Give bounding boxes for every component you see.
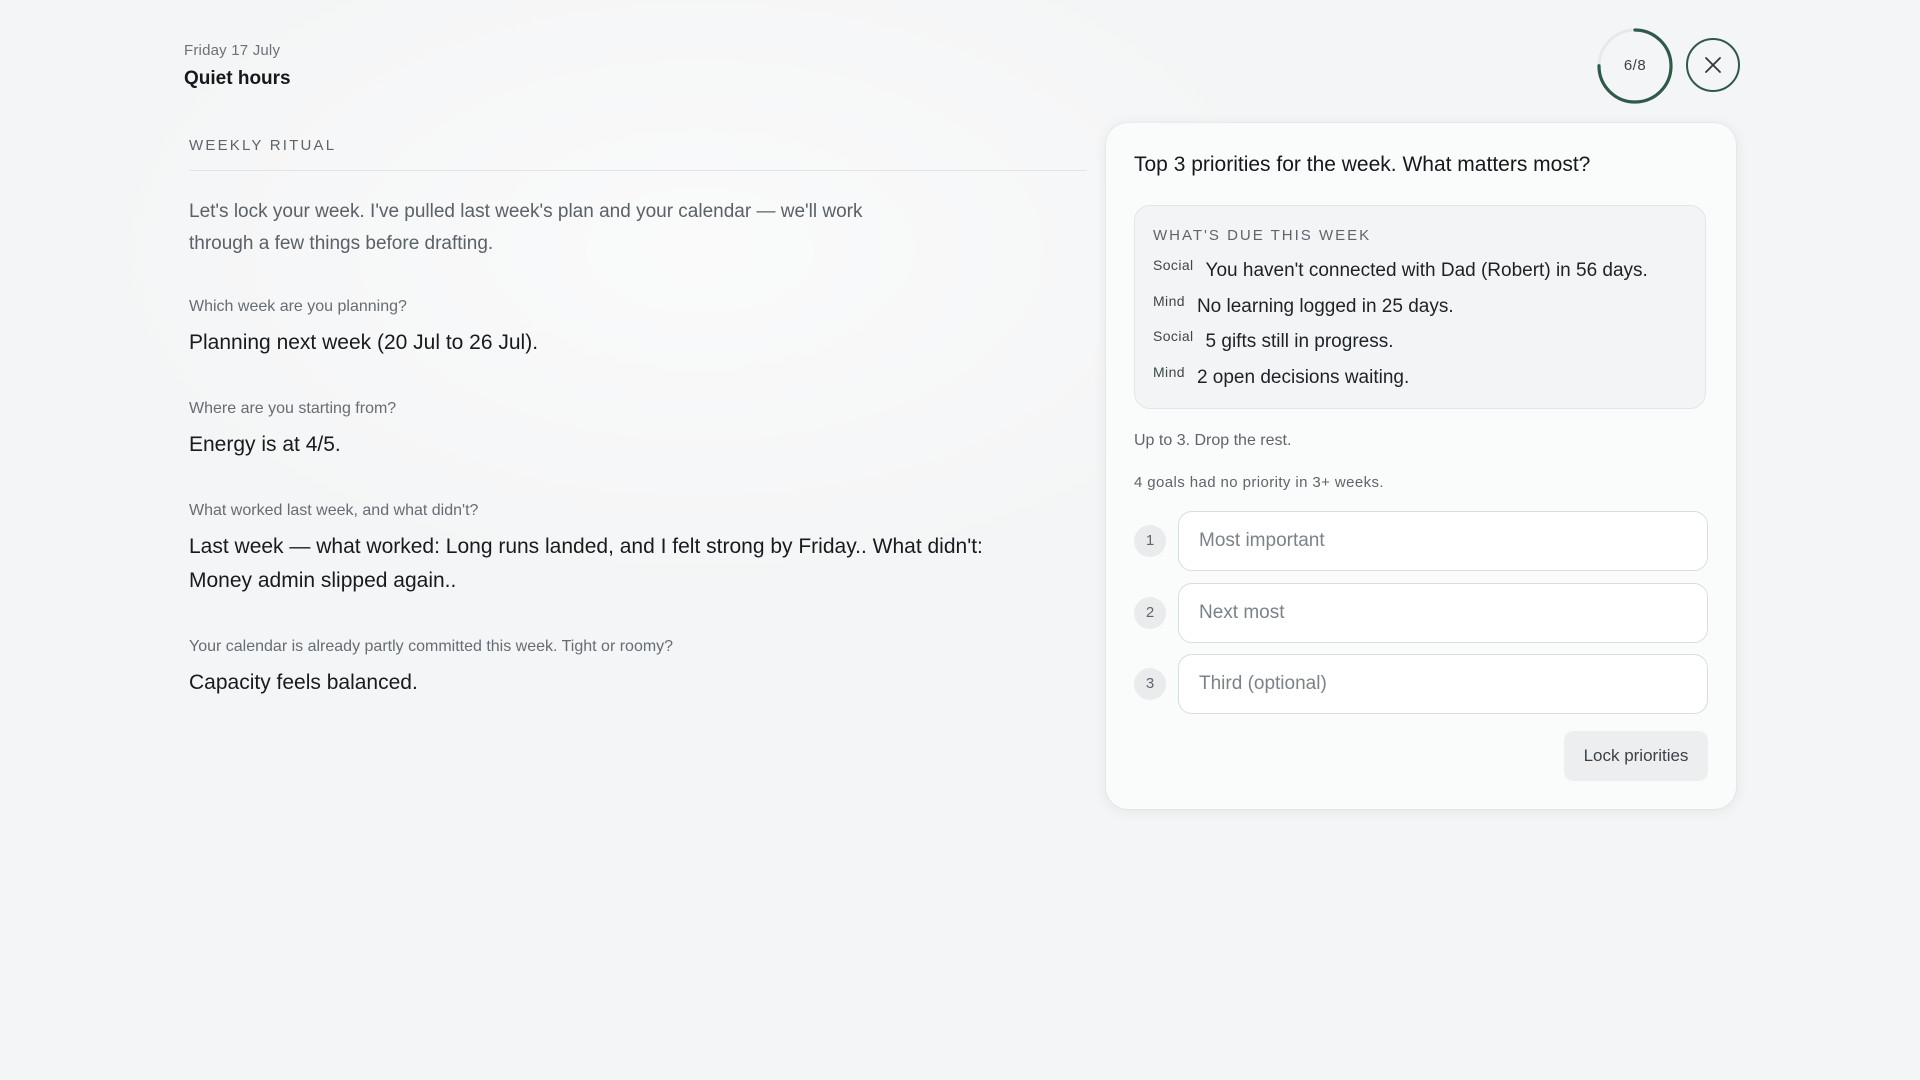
due-text: No learning logged in 25 days. (1196, 296, 1454, 317)
lock-priorities-button[interactable]: Lock priorities (1564, 731, 1708, 781)
due-tag: Mind (1153, 293, 1185, 309)
card-title: Top 3 priorities for the week. What matt… (1134, 153, 1591, 176)
qa-block: Which week are you planning? Planning ne… (189, 298, 1029, 360)
answer-text: Capacity feels balanced. (189, 671, 418, 694)
priority-number: 3 (1134, 668, 1166, 700)
due-tag: Mind (1153, 364, 1185, 380)
priority-row-2: 2 (1134, 583, 1710, 643)
header-date: Friday 17 July (184, 42, 281, 59)
priority-row-3: 3 (1134, 654, 1710, 714)
progress-indicator: 6/8 (1596, 27, 1674, 105)
close-button[interactable] (1686, 38, 1740, 92)
close-icon (1705, 57, 1721, 73)
progress-label: 6/8 (1623, 57, 1647, 74)
neglected-goals-note: 4 goals had no priority in 3+ weeks. (1134, 474, 1384, 491)
intro-message: Let's lock your week. I've pulled last w… (189, 201, 863, 254)
page-title: Quiet hours (184, 68, 291, 89)
priority-number: 1 (1134, 525, 1166, 557)
priority-input-1[interactable] (1178, 511, 1708, 571)
section-divider (189, 170, 1087, 171)
answer-text: Planning next week (20 Jul to 26 Jul). (189, 331, 539, 354)
due-text: 2 open decisions waiting. (1196, 367, 1410, 388)
due-text: You haven't connected with Dad (Robert) … (1205, 260, 1648, 281)
question-text: Your calendar is already partly committe… (189, 638, 674, 655)
due-item: Mind 2 open decisions waiting. (1153, 363, 1409, 389)
due-tag: Social (1153, 328, 1194, 344)
due-item: Social You haven't connected with Dad (R… (1153, 256, 1648, 282)
qa-block: What worked last week, and what didn't? … (189, 502, 1029, 598)
priorities-card: Top 3 priorities for the week. What matt… (1106, 123, 1736, 809)
priority-input-3[interactable] (1178, 654, 1708, 714)
ritual-page: Friday 17 July Quiet hours 6/8 WEEKLY RI… (0, 0, 1920, 1080)
question-text: What worked last week, and what didn't? (189, 502, 479, 519)
priority-row-1: 1 (1134, 511, 1710, 571)
priority-hint: Up to 3. Drop the rest. (1134, 432, 1292, 449)
due-tag: Social (1153, 257, 1194, 273)
priority-number: 2 (1134, 597, 1166, 629)
qa-block: Where are you starting from? Energy is a… (189, 400, 1029, 462)
due-text: 5 gifts still in progress. (1205, 331, 1394, 352)
qa-block: Your calendar is already partly committe… (189, 638, 1029, 700)
due-this-week-panel: WHAT'S DUE THIS WEEK Social You haven't … (1134, 205, 1706, 409)
question-text: Where are you starting from? (189, 400, 397, 417)
priority-input-2[interactable] (1178, 583, 1708, 643)
due-heading: WHAT'S DUE THIS WEEK (1153, 227, 1372, 244)
section-label: WEEKLY RITUAL (189, 137, 337, 154)
answer-text: Energy is at 4/5. (189, 433, 341, 456)
answer-text: Last week — what worked: Long runs lande… (189, 535, 983, 592)
due-item: Social 5 gifts still in progress. (1153, 327, 1394, 353)
question-text: Which week are you planning? (189, 298, 407, 315)
due-item: Mind No learning logged in 25 days. (1153, 292, 1454, 318)
